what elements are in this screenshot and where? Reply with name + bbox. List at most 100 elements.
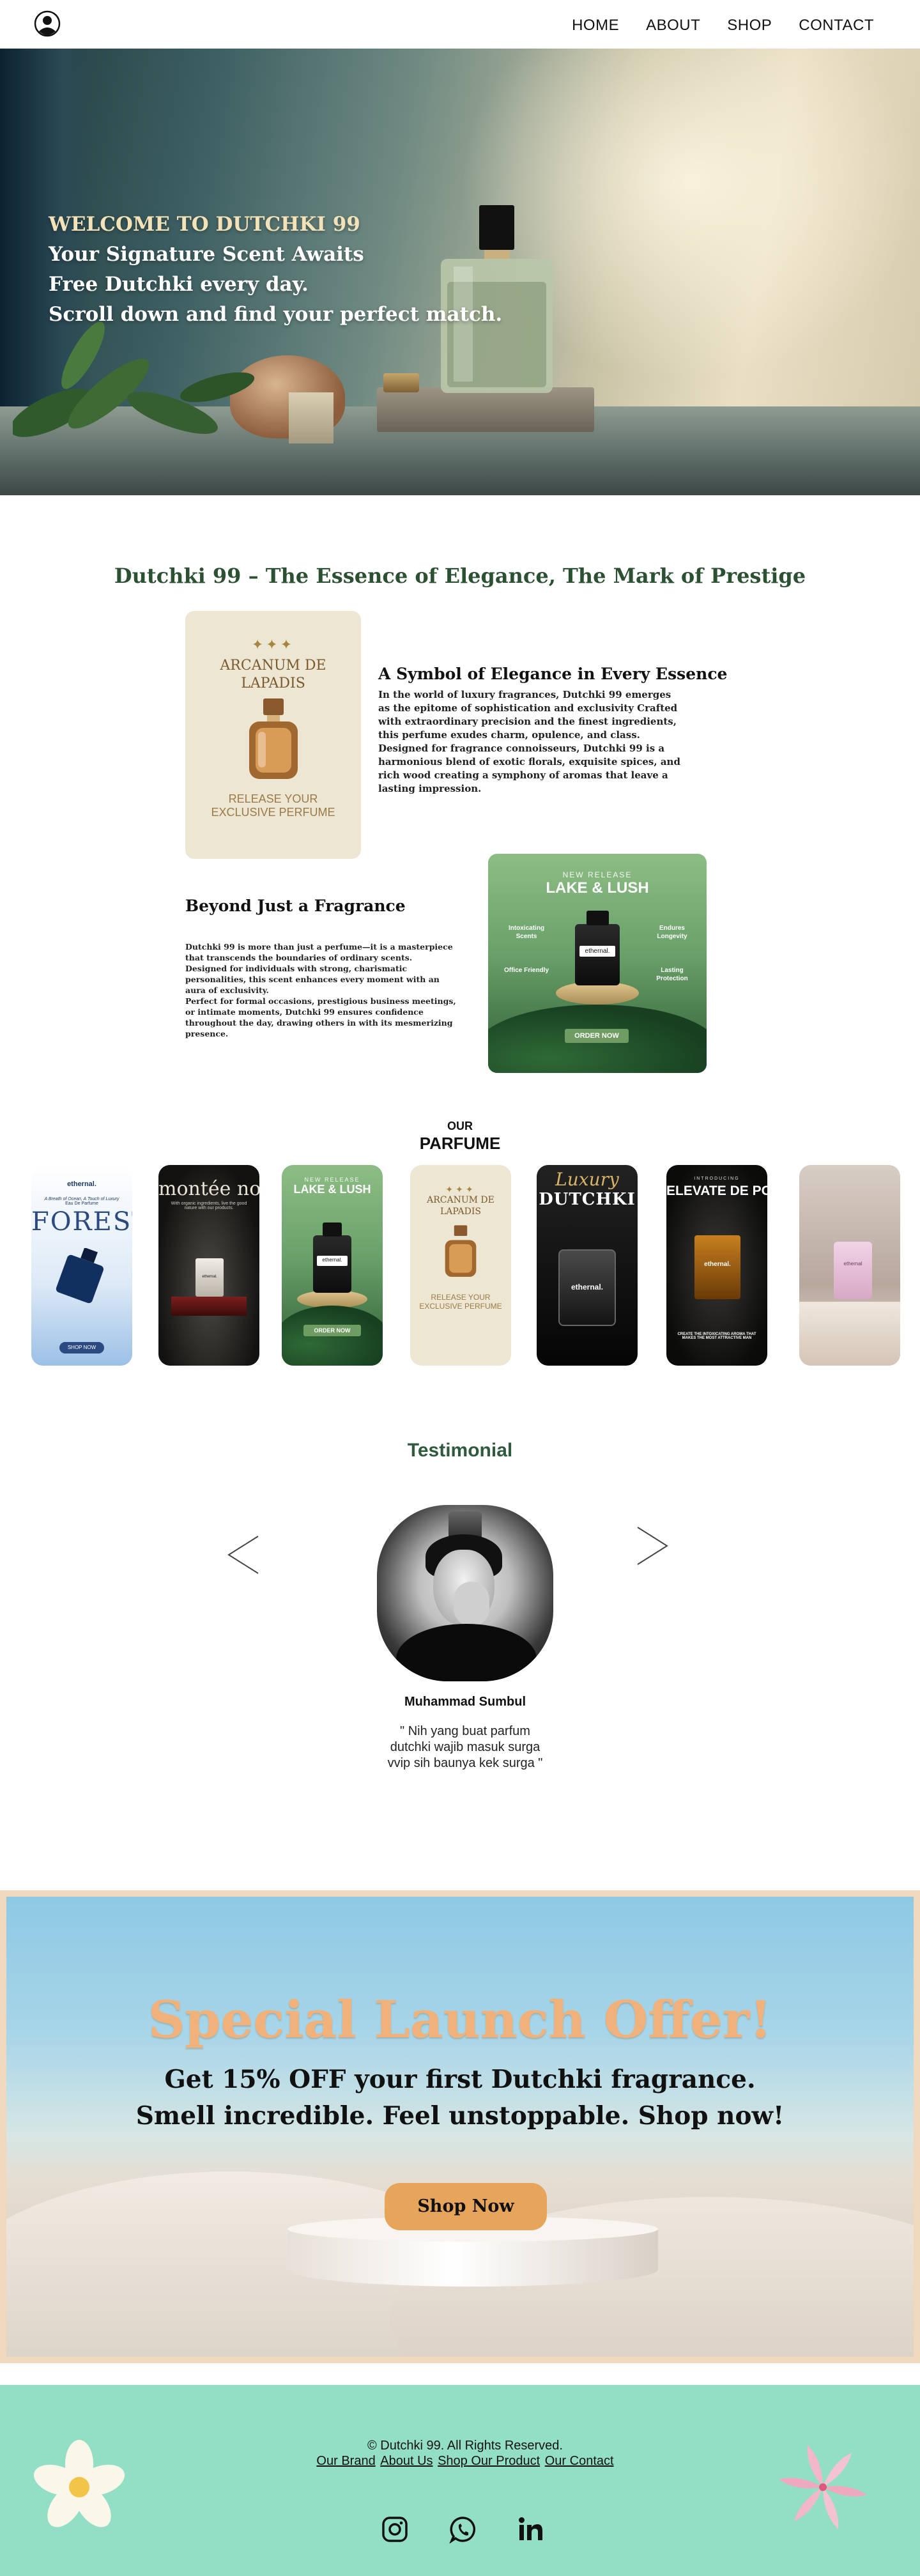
lake-order-button[interactable]: ORDER NOW: [565, 1029, 629, 1043]
user-account-icon[interactable]: [33, 10, 61, 38]
hero-line-1: Your Signature Scent Awaits: [49, 243, 364, 266]
arcanum-bottle-image: [249, 698, 298, 779]
nav-home[interactable]: HOME: [572, 17, 619, 35]
quote-line: vvip sih baunya kek surga ": [387, 1756, 543, 1770]
arcanum-stars: ✦✦✦: [251, 636, 295, 652]
forest-tagline: A Breath of Ocean, A Touch of Luxury: [44, 1197, 119, 1201]
hero-welcome: WELCOME TO DUTCHKI 99: [49, 213, 360, 236]
hero-line-3: Scroll down and find your perfect match.: [49, 303, 503, 326]
arcanum2-name: ARCANUM DE LAPADIS: [427, 1195, 494, 1217]
elevate-bottle: ethernal.: [694, 1235, 740, 1299]
footer-link-our-brand[interactable]: Our Brand: [316, 2454, 375, 2468]
symbol-line: as the epitome of sophistication and exc…: [378, 702, 678, 714]
lake-bottle-label: ethernal.: [579, 945, 615, 957]
arcanum2-bottle-image: [445, 1225, 477, 1277]
beyond-body: Dutchki 99 is more than just a perfume—i…: [185, 941, 456, 1039]
lake-feature-4: Lasting Protection: [656, 967, 688, 982]
montee-bottle: ethernal.: [195, 1258, 224, 1297]
montee-title: montée noir: [158, 1178, 259, 1200]
parfume-card-elevate[interactable]: INTRODUCING ELEVATE DE PORQUE ethernal. …: [666, 1165, 767, 1366]
symbol-line: with extraordinary precision and the fin…: [378, 716, 677, 727]
parfume-card-arcanum[interactable]: ✦✦✦ ARCANUM DE LAPADIS RELEASE YOUR EXCL…: [410, 1165, 511, 1366]
lake2-bottle: ethernal.: [313, 1222, 351, 1293]
dutchki-title: DUTCHKI: [539, 1190, 636, 1209]
symbol-line: In the world of luxury fragrances, Dutch…: [378, 689, 671, 700]
footer-link-shop[interactable]: Shop Our Product: [438, 2454, 540, 2468]
parfume-card-lake-lush[interactable]: NEW RELEASE LAKE & LUSH ethernal. ORDER …: [282, 1165, 383, 1366]
promo-title: Special Launch Offer!: [148, 1989, 772, 2049]
elevate-sub: CREATE THE INTOXICATING AROMA THAT MAKES…: [677, 1332, 756, 1340]
lake-feature-3: Office Friendly: [503, 967, 549, 974]
dutchki-bottle-label: ethernal.: [571, 1283, 603, 1292]
montee-sub: With organic ingredients, live the good …: [171, 1201, 247, 1210]
symbol-line: lasting impression.: [378, 783, 482, 794]
promo-banner: Special Launch Offer! Get 15% OFF your f…: [0, 1890, 920, 2363]
hero-small-cap: [383, 373, 419, 392]
beyond-line: or intimate moments, Dutchki 99 ensures …: [185, 1007, 424, 1017]
parfume-card-dutchki[interactable]: Luxury DUTCHKI ethernal.: [537, 1165, 638, 1366]
beyond-line: throughout the day, drawing others in wi…: [185, 1018, 453, 1028]
lake2-bottle-label: ethernal.: [317, 1255, 348, 1266]
pink-bottle: ethernal: [834, 1242, 872, 1299]
testimonial-next-icon[interactable]: [632, 1523, 671, 1568]
testimonial-prev-icon[interactable]: [225, 1532, 263, 1577]
parfume-card-forest[interactable]: ethernal. A Breath of Ocean, A Touch of …: [31, 1165, 132, 1366]
testimonial-quote: " Nih yang buat parfum dutchki wajib mas…: [358, 1724, 572, 1771]
parfume-card-montee-noir[interactable]: montée noir With organic ingredients, li…: [158, 1165, 259, 1366]
promo-scene: Special Launch Offer! Get 15% OFF your f…: [6, 1897, 914, 2357]
section-title: Dutchki 99 – The Essence of Elegance, Th…: [114, 564, 806, 588]
promo-subtitle: Get 15% OFF your first Dutchki fragrance…: [6, 2062, 914, 2134]
beyond-line: personalities, this scent enhances every…: [185, 975, 440, 984]
nav-contact[interactable]: CONTACT: [799, 17, 874, 35]
arcanum-tag-1: RELEASE YOUR: [228, 792, 318, 805]
arcanum-name-1: ARCANUM DE: [220, 658, 326, 674]
hero-text: WELCOME TO DUTCHKI 99 Your Signature Sce…: [49, 210, 502, 330]
lake-new-release: NEW RELEASE: [562, 870, 632, 879]
arcanum2-tag: RELEASE YOUR EXCLUSIVE PERFUME: [419, 1293, 502, 1311]
shop-now-button[interactable]: Shop Now: [385, 2183, 547, 2230]
footer-link-about-us[interactable]: About Us: [380, 2454, 433, 2468]
nav-about[interactable]: ABOUT: [646, 17, 700, 35]
lake-bottle: ethernal.: [575, 910, 620, 985]
top-navbar: HOME ABOUT SHOP CONTACT: [0, 0, 920, 49]
lake-feature-1: Intoxicating Scents: [508, 925, 545, 940]
promo-line-2: Smell incredible. Feel unstoppable. Shop…: [135, 2101, 785, 2131]
hero-plant-illustration: [13, 321, 255, 437]
elevate-intro: INTRODUCING: [694, 1176, 740, 1181]
nav-menu: HOME ABOUT SHOP CONTACT: [572, 17, 874, 35]
lake2-bottle-cap: [323, 1222, 342, 1237]
linkedin-icon[interactable]: [517, 2515, 545, 2543]
beyond-line: that transcends the boundaries of ordina…: [185, 953, 413, 962]
promo-line-1: Get 15% OFF your first Dutchki fragrance…: [164, 2065, 756, 2094]
symbol-heading: A Symbol of Elegance in Every Essence: [378, 665, 728, 683]
beyond-line: Designed for individuals with strong, ch…: [185, 964, 408, 973]
forest-sub: Eau De Parfume: [65, 1201, 98, 1206]
symbol-body: In the world of luxury fragrances, Dutch…: [378, 688, 680, 796]
whatsapp-icon[interactable]: [449, 2515, 477, 2543]
lake2-order-button[interactable]: ORDER NOW: [303, 1325, 361, 1336]
beyond-line: presence.: [185, 1029, 229, 1038]
footer: © Dutchki 99. All Rights Reserved. Our B…: [0, 2385, 920, 2576]
symbol-line: rich wood creating a symphony of aromas …: [378, 769, 668, 781]
lake-lush-product-card: NEW RELEASE LAKE & LUSH ethernal. Intoxi…: [488, 854, 707, 1073]
beyond-heading: Beyond Just a Fragrance: [185, 897, 406, 915]
lake2-name: LAKE & LUSH: [293, 1183, 371, 1196]
symbol-line: Designed for fragrance connoisseurs, Dut…: [378, 743, 665, 754]
forest-title: FOREST: [31, 1207, 132, 1237]
parfume-card-pink[interactable]: ethernal: [799, 1165, 900, 1366]
symbol-line: this perfume exudes charm, opulence, and…: [378, 729, 640, 741]
instagram-icon[interactable]: [381, 2515, 409, 2543]
forest-brand: ethernal.: [67, 1180, 96, 1188]
forest-shop-button[interactable]: SHOP NOW: [59, 1342, 104, 1354]
lily-flower-icon: [779, 2445, 867, 2529]
nav-shop[interactable]: SHOP: [727, 17, 772, 35]
arcanum-tag-2: EXCLUSIVE PERFUME: [211, 805, 335, 819]
lake-name: LAKE & LUSH: [546, 879, 649, 897]
testimonial-heading: Testimonial: [407, 1440, 513, 1461]
lake2-new-release: NEW RELEASE: [304, 1176, 360, 1183]
footer-link-contact[interactable]: Our Contact: [545, 2454, 614, 2468]
dutchki-luxury: Luxury: [555, 1169, 619, 1190]
hero-banner: WELCOME TO DUTCHKI 99 Your Signature Sce…: [0, 49, 920, 495]
testimonial-name: Muhammad Sumbul: [404, 1695, 526, 1709]
arcanum2-stars: ✦✦✦: [445, 1184, 476, 1194]
